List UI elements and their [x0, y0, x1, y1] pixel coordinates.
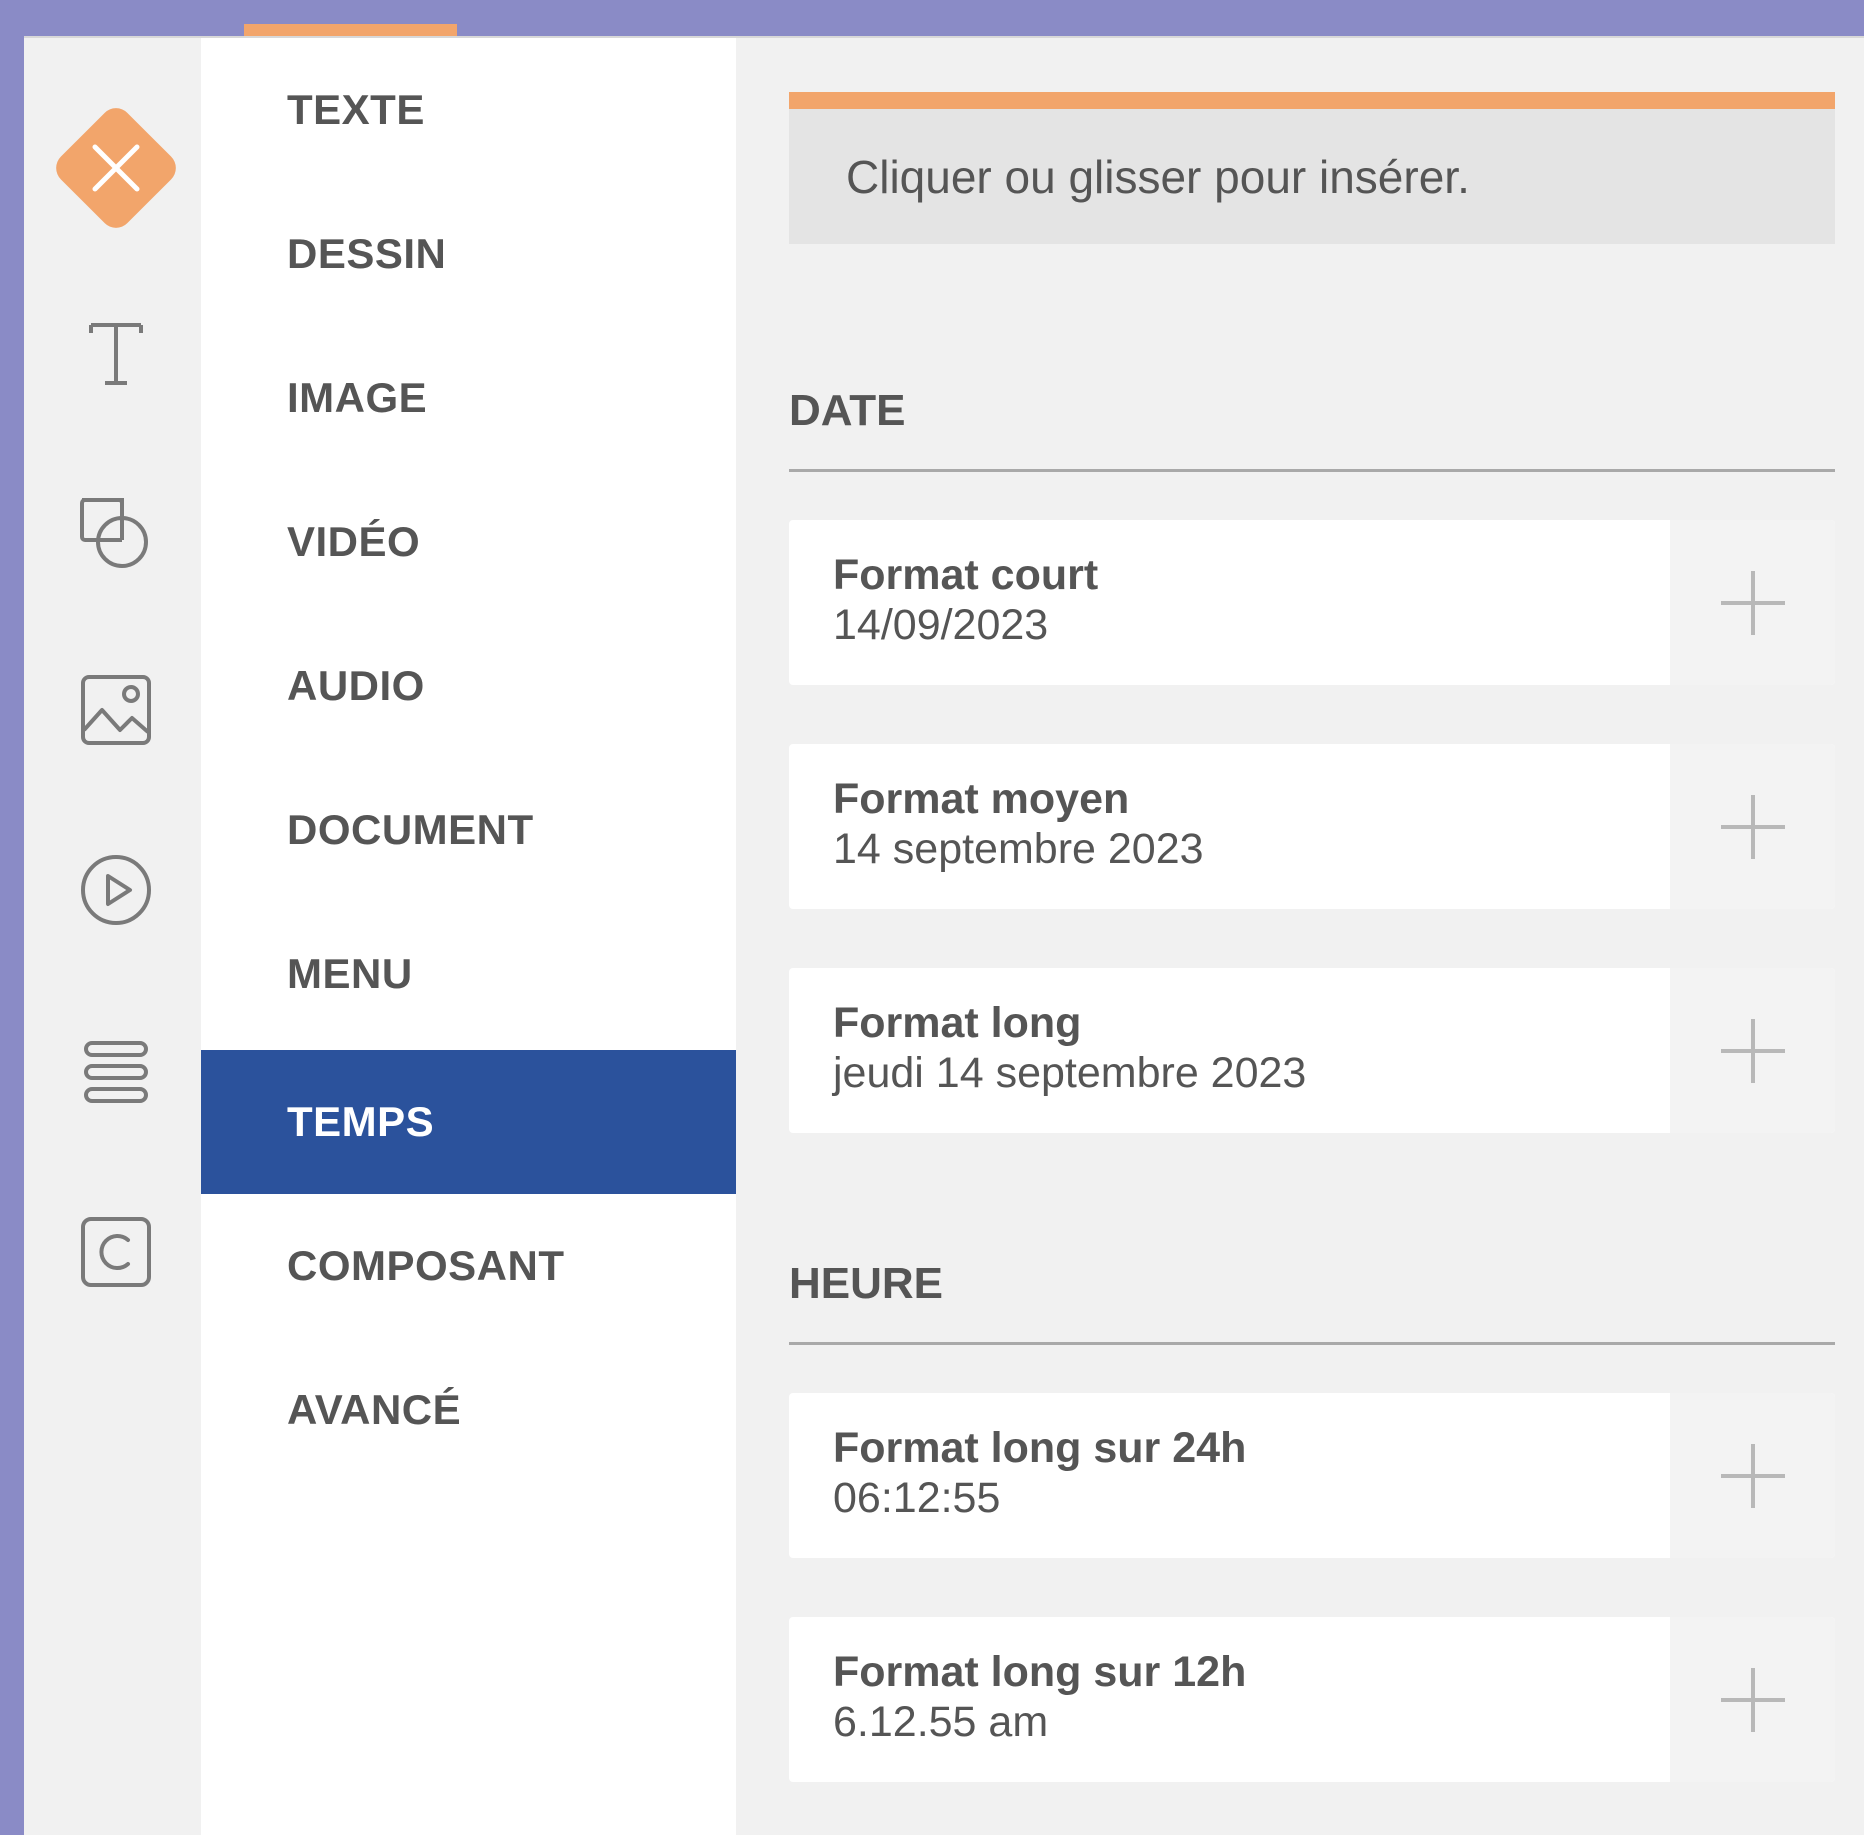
menu-item-image[interactable]: IMAGE: [201, 326, 736, 470]
section-title-heure: HEURE: [789, 1259, 944, 1308]
close-icon: [92, 144, 140, 192]
text-icon: [89, 323, 143, 385]
format-name: Format long: [833, 999, 1082, 1047]
icon-rail: [24, 38, 201, 1835]
menu-icon: [84, 1041, 148, 1103]
plus-icon: [1720, 794, 1785, 859]
format-name: Format long sur 12h: [833, 1648, 1247, 1696]
menu-item-label: COMPOSANT: [287, 1242, 565, 1289]
format-name: Format court: [833, 551, 1099, 599]
format-sample: 14/09/2023: [833, 601, 1049, 649]
format-name: Format long sur 24h: [833, 1424, 1247, 1472]
format-sample: 6.12.55 am: [833, 1698, 1049, 1746]
menu-item-document[interactable]: DOCUMENT: [201, 758, 736, 902]
plus-icon: [1720, 1018, 1785, 1083]
add-button[interactable]: [1670, 968, 1835, 1133]
image-icon: [81, 675, 151, 745]
menu-item-label: TEXTE: [287, 86, 425, 133]
rail-shape-button[interactable]: [76, 494, 156, 574]
menu-item-dessin[interactable]: DESSIN: [201, 182, 736, 326]
menu-item-label: AVANCÉ: [287, 1386, 462, 1433]
rail-image-button[interactable]: [76, 670, 156, 750]
menu-item-label: AUDIO: [287, 662, 425, 709]
format-card-text: Format moyen 14 septembre 2023: [833, 774, 1204, 874]
section-title-date: DATE: [789, 386, 906, 435]
format-card-text: Format court 14/09/2023: [833, 550, 1098, 650]
format-card-long[interactable]: Format long jeudi 14 septembre 2023: [789, 968, 1835, 1133]
rail-video-button[interactable]: [76, 850, 156, 930]
format-name: Format moyen: [833, 775, 1130, 823]
shape-icon: [80, 498, 148, 568]
format-card-text: Format long sur 12h 6.12.55 am: [833, 1647, 1246, 1747]
component-icon: [81, 1217, 151, 1287]
video-icon: [81, 855, 151, 925]
format-sample: 06:12:55: [833, 1474, 1001, 1522]
rail-menu-button[interactable]: [76, 1032, 156, 1112]
plus-icon: [1720, 570, 1785, 635]
menu-item-texte[interactable]: TEXTE: [201, 38, 736, 182]
menu-item-menu[interactable]: MENU: [201, 902, 736, 1046]
section-divider: [789, 1342, 1835, 1345]
add-button[interactable]: [1670, 1617, 1835, 1782]
insert-hint-text: Cliquer ou glisser pour insérer.: [846, 150, 1470, 203]
format-card-text: Format long jeudi 14 septembre 2023: [833, 998, 1306, 1098]
menu-item-label: TEMPS: [287, 1098, 435, 1145]
rail-component-button[interactable]: [76, 1212, 156, 1292]
close-button[interactable]: [42, 94, 190, 242]
format-card-12h[interactable]: Format long sur 12h 6.12.55 am: [789, 1617, 1835, 1782]
menu-item-composant[interactable]: COMPOSANT: [201, 1194, 736, 1338]
menu-item-label: VIDÉO: [287, 518, 421, 565]
menu-item-audio[interactable]: AUDIO: [201, 614, 736, 758]
add-button[interactable]: [1670, 744, 1835, 909]
format-sample: jeudi 14 septembre 2023: [833, 1049, 1307, 1097]
insert-hint: Cliquer ou glisser pour insérer.: [789, 92, 1835, 244]
plus-icon: [1720, 1667, 1785, 1732]
add-button[interactable]: [1670, 1393, 1835, 1558]
category-menu: TEXTE DESSIN IMAGE VIDÉO AUDIO DOCUMENT …: [201, 38, 736, 1835]
menu-item-video[interactable]: VIDÉO: [201, 470, 736, 614]
format-sample: 14 septembre 2023: [833, 825, 1204, 873]
add-button[interactable]: [1670, 520, 1835, 685]
format-list: Cliquer ou glisser pour insérer. DATE Fo…: [736, 38, 1864, 1835]
format-card-24h[interactable]: Format long sur 24h 06:12:55: [789, 1393, 1835, 1558]
section-divider: [789, 469, 1835, 472]
menu-item-label: MENU: [287, 950, 413, 997]
menu-item-avance[interactable]: AVANCÉ: [201, 1338, 736, 1482]
format-card-court[interactable]: Format court 14/09/2023: [789, 520, 1835, 685]
rail-text-button[interactable]: [76, 314, 156, 394]
active-tab-indicator: [244, 24, 457, 36]
insert-panel: TEXTE DESSIN IMAGE VIDÉO AUDIO DOCUMENT …: [24, 36, 1864, 1835]
plus-icon: [1720, 1443, 1785, 1508]
menu-item-label: DOCUMENT: [287, 806, 534, 853]
format-card-text: Format long sur 24h 06:12:55: [833, 1423, 1246, 1523]
menu-item-temps[interactable]: TEMPS: [201, 1050, 736, 1194]
menu-item-label: IMAGE: [287, 374, 428, 421]
format-card-moyen[interactable]: Format moyen 14 septembre 2023: [789, 744, 1835, 909]
menu-item-label: DESSIN: [287, 230, 447, 277]
